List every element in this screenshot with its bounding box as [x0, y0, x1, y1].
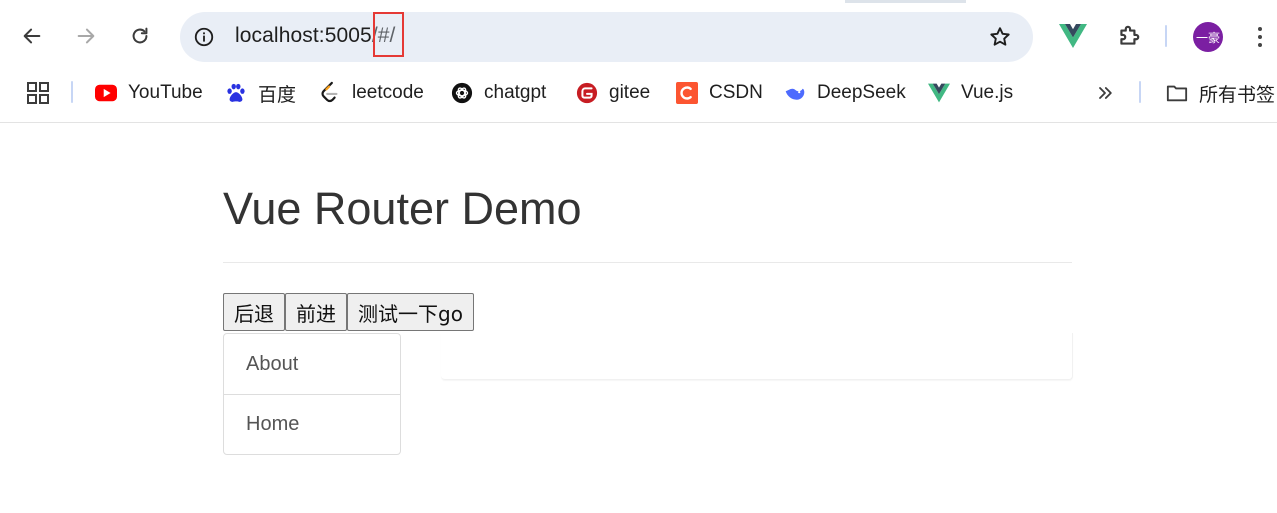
more-bookmarks-button[interactable] [1095, 80, 1115, 106]
bookmark-label: Vue.js [961, 82, 1014, 103]
bookmarks-bar: YouTube 百度 leetcode chatgpt gitee CSDN D… [0, 72, 1277, 123]
bookmark-label: DeepSeek [817, 82, 906, 103]
apps-grid-icon [27, 82, 49, 104]
baidu-icon [225, 82, 247, 104]
arrow-left-icon [23, 28, 41, 44]
bookmark-star-icon[interactable] [987, 24, 1013, 50]
bookmark-gitee[interactable]: gitee [576, 80, 650, 106]
bookmark-label: gitee [609, 82, 651, 103]
chatgpt-icon [451, 82, 473, 104]
history-buttons: 后退 前进 测试一下go [223, 293, 474, 331]
all-bookmarks-folder[interactable]: 所有书签 [1166, 80, 1275, 106]
arrow-right-icon [77, 28, 95, 44]
puzzle-icon [1120, 25, 1140, 45]
bookmark-label: 百度 [258, 84, 297, 106]
bookmark-label: CSDN [709, 82, 763, 103]
title-divider [223, 262, 1072, 263]
bookmark-youtube[interactable]: YouTube [95, 80, 203, 106]
url-text[interactable]: localhost:5005/#/ [235, 24, 396, 48]
double-chevron-right-icon [1099, 87, 1112, 99]
reload-button[interactable] [124, 20, 156, 52]
bookmark-baidu[interactable]: 百度 [225, 80, 296, 106]
csdn-icon [676, 82, 698, 104]
vue-icon [1059, 24, 1087, 48]
folder-icon [1166, 82, 1188, 104]
dot [1258, 35, 1262, 39]
router-view-panel [441, 333, 1073, 380]
bookmark-chatgpt[interactable]: chatgpt [451, 80, 546, 106]
gitee-icon [576, 82, 598, 104]
all-bookmarks-label: 所有书签 [1199, 84, 1276, 106]
avatar-text: 一豪 [1195, 30, 1220, 45]
url-highlight-box [373, 12, 404, 57]
nav-link-about[interactable]: About [224, 334, 400, 394]
back-button[interactable] [16, 20, 48, 52]
go-test-button[interactable]: 测试一下go [347, 293, 474, 331]
toolbar-divider [1165, 25, 1167, 47]
bookmark-csdn[interactable]: CSDN [676, 80, 763, 106]
bookmarks-divider [71, 81, 73, 103]
bookmark-label: chatgpt [484, 82, 547, 103]
youtube-icon [95, 82, 117, 104]
apps-button[interactable] [26, 80, 50, 106]
bookmark-deepseek[interactable]: DeepSeek [784, 80, 906, 106]
extensions-button[interactable] [1113, 20, 1145, 52]
nav-link-home[interactable]: Home [224, 394, 400, 454]
browser-menu-button[interactable] [1248, 22, 1272, 52]
vue-icon [928, 82, 950, 104]
reload-icon [132, 27, 148, 44]
router-nav-list: About Home [223, 333, 401, 455]
browser-toolbar: localhost:5005/#/ 一豪 [0, 0, 1277, 72]
deepseek-icon [784, 82, 806, 104]
address-bar[interactable]: localhost:5005/#/ [180, 12, 1033, 62]
bookmarks-divider [1139, 81, 1141, 103]
vue-devtools-extension[interactable] [1057, 20, 1089, 52]
url-host: localhost:5005 [235, 24, 372, 47]
forward-button[interactable] [70, 20, 102, 52]
bookmark-label: leetcode [352, 82, 424, 103]
page-title: Vue Router Demo [223, 183, 582, 234]
bookmark-leetcode[interactable]: leetcode [319, 80, 424, 106]
leetcode-icon [319, 81, 341, 104]
forward-history-button[interactable]: 前进 [285, 293, 347, 331]
profile-avatar[interactable]: 一豪 [1193, 22, 1223, 52]
tab-strip-edge [0, 0, 1277, 3]
site-info-icon[interactable] [192, 25, 216, 49]
dot [1258, 27, 1262, 31]
dot [1258, 43, 1262, 47]
bookmark-label: YouTube [128, 82, 203, 103]
back-history-button[interactable]: 后退 [223, 293, 285, 331]
bookmark-vuejs[interactable]: Vue.js [928, 80, 1013, 106]
